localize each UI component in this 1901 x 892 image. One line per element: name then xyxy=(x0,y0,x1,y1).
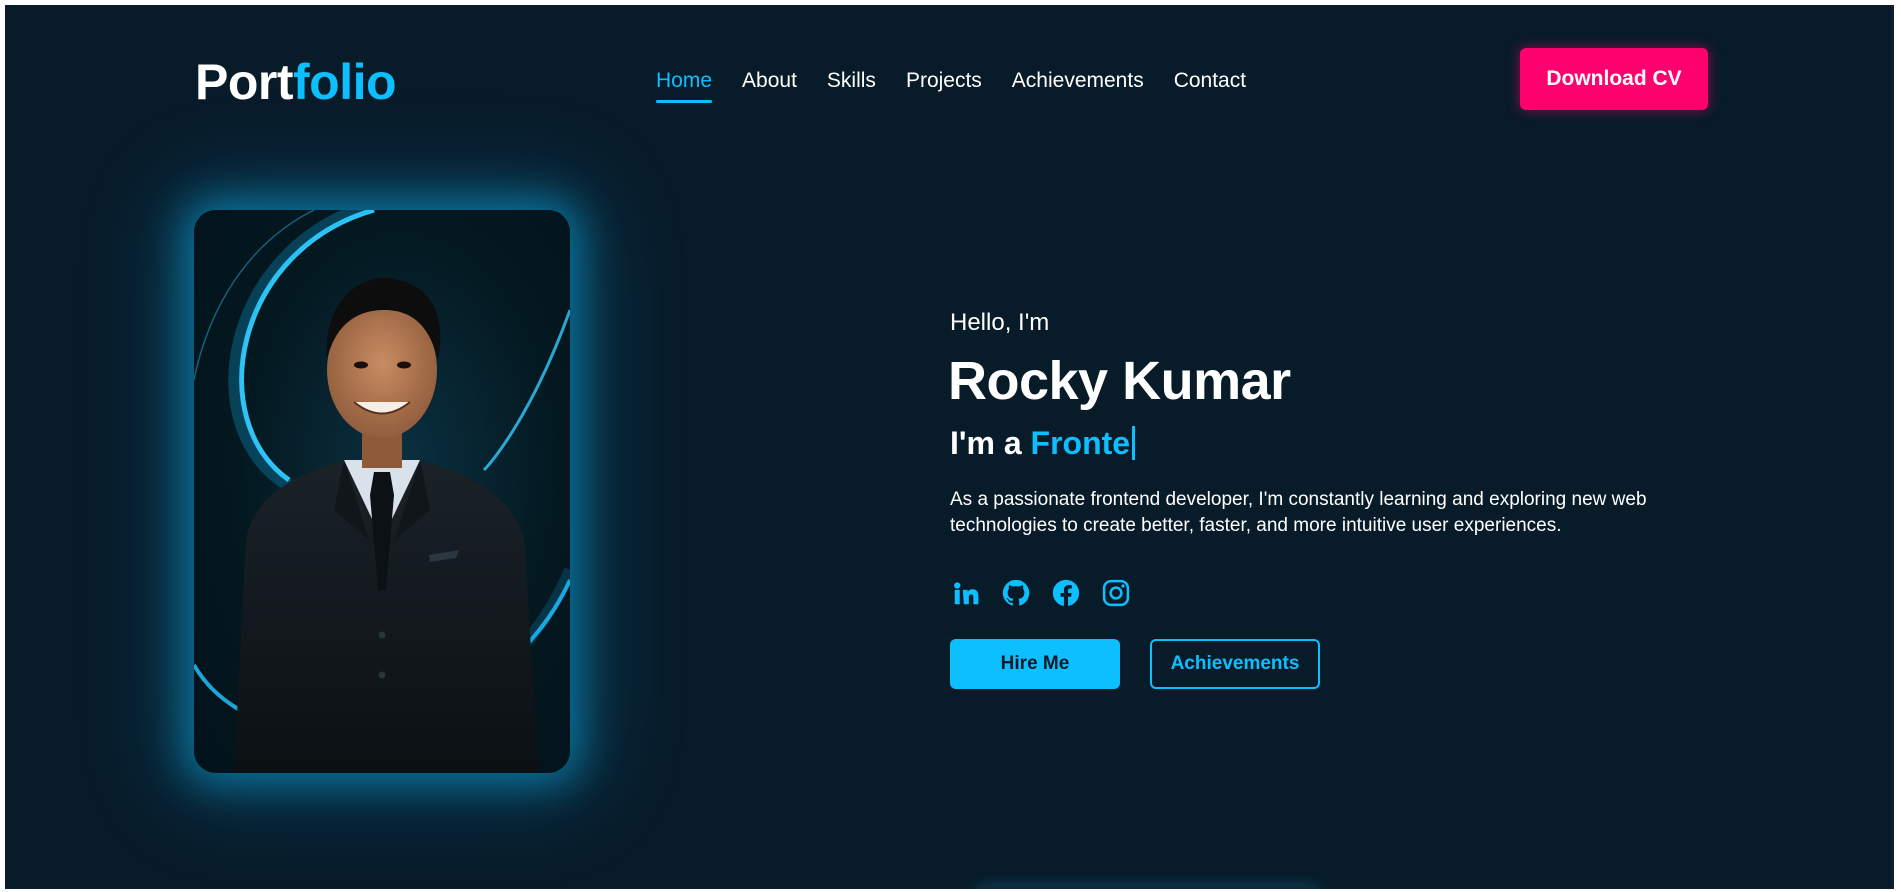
social-links xyxy=(950,577,1132,609)
hire-me-button[interactable]: Hire Me xyxy=(950,639,1120,689)
scrollbar[interactable] xyxy=(1891,5,1894,889)
profile-illustration xyxy=(194,210,570,773)
nav-contact[interactable]: Contact xyxy=(1174,65,1246,97)
next-section-peek xyxy=(975,885,1320,889)
nav-about[interactable]: About xyxy=(742,65,797,97)
logo-text-primary: Port xyxy=(195,54,294,110)
hero-name: Rocky Kumar xyxy=(948,351,1291,411)
typing-caret xyxy=(1132,426,1136,460)
hero-role: I'm a Fronte xyxy=(950,425,1136,462)
github-icon[interactable] xyxy=(1000,577,1032,609)
page-frame: Portfolio Home About Skills Projects Ach… xyxy=(5,5,1894,889)
achievements-button[interactable]: Achievements xyxy=(1150,639,1320,689)
facebook-icon[interactable] xyxy=(1050,577,1082,609)
instagram-icon[interactable] xyxy=(1100,577,1132,609)
logo-text-accent: folio xyxy=(293,54,397,110)
profile-photo xyxy=(194,210,570,773)
nav-home[interactable]: Home xyxy=(656,65,713,103)
hero-description: As a passionate frontend developer, I'm … xyxy=(950,489,1647,536)
role-prefix: I'm a xyxy=(950,425,1031,461)
linkedin-icon[interactable] xyxy=(950,577,982,609)
nav-achievements[interactable]: Achievements xyxy=(1012,65,1144,97)
nav-projects[interactable]: Projects xyxy=(906,65,982,97)
hero-greeting: Hello, I'm xyxy=(950,309,1050,336)
main-nav: Home About Skills Projects Achievements … xyxy=(656,65,1276,103)
role-typed-text: Fronte xyxy=(1030,425,1131,461)
download-cv-button[interactable]: Download CV xyxy=(1520,48,1708,110)
logo[interactable]: Portfolio xyxy=(195,51,397,113)
nav-skills[interactable]: Skills xyxy=(827,65,876,97)
